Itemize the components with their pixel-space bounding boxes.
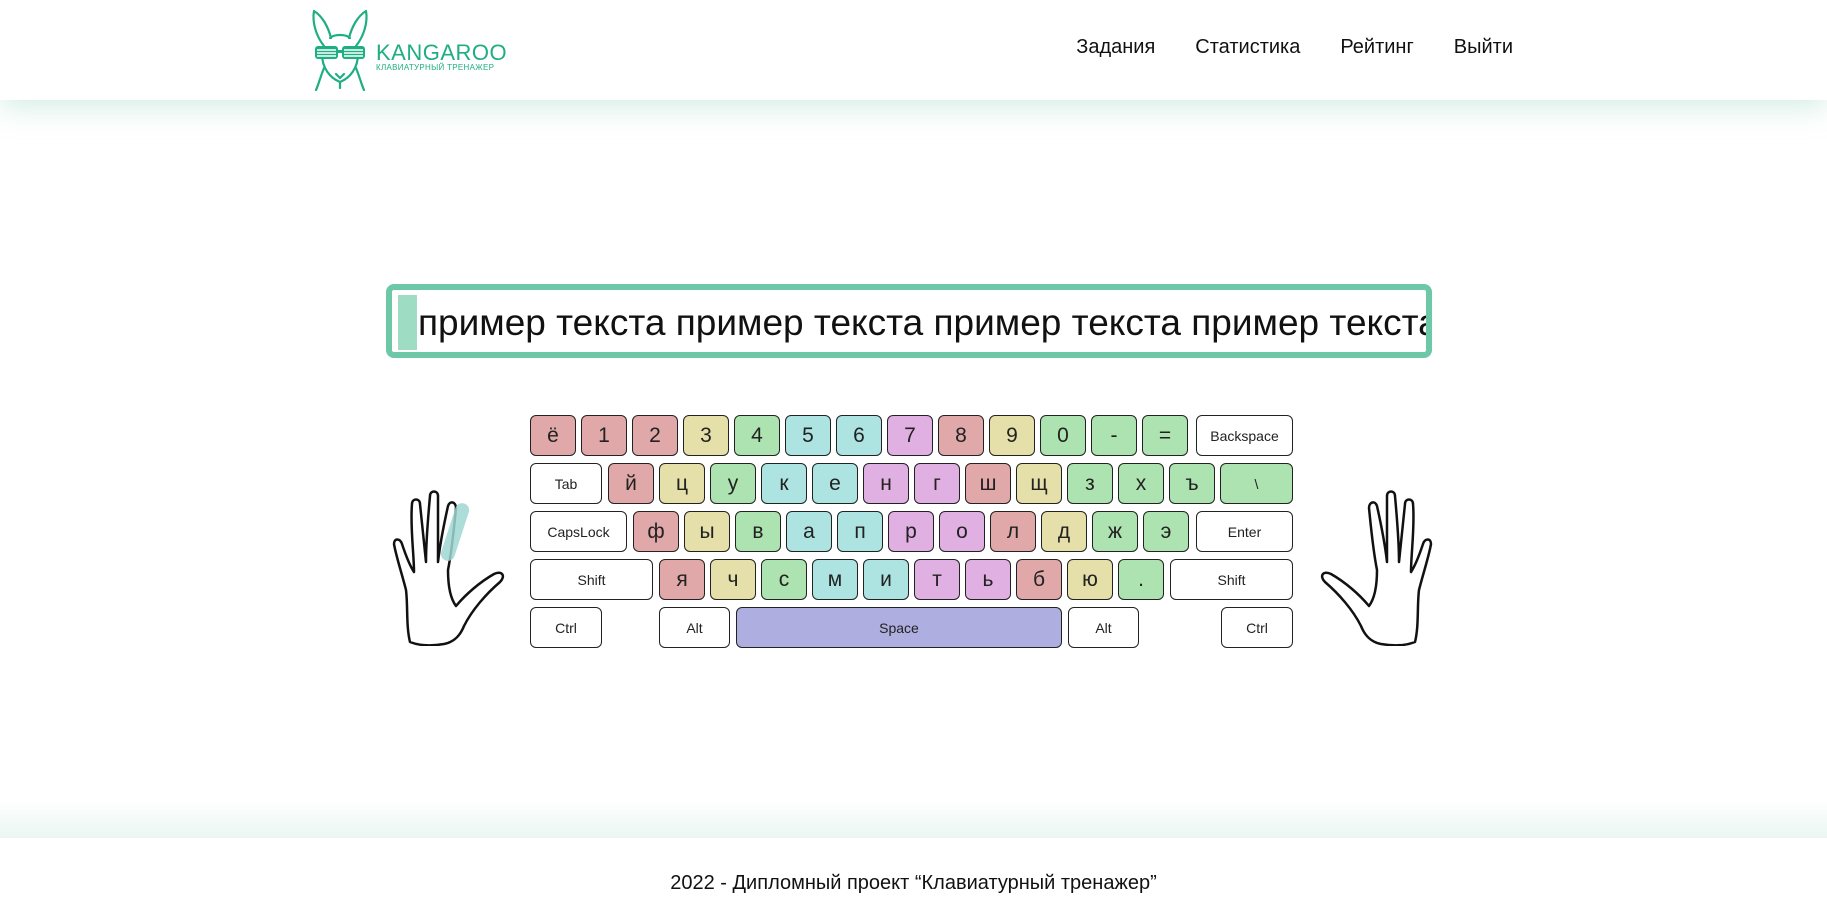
key-t[interactable]: т [914, 559, 960, 600]
key-z[interactable]: з [1067, 463, 1113, 504]
key-shch[interactable]: щ [1016, 463, 1062, 504]
key-left-alt[interactable]: Alt [659, 607, 730, 648]
key-1[interactable]: 1 [581, 415, 627, 456]
key-sh[interactable]: ш [965, 463, 1011, 504]
key-0[interactable]: 0 [1040, 415, 1086, 456]
exercise-text: пример текста пример текста пример текст… [418, 302, 1432, 343]
key-k[interactable]: к [761, 463, 807, 504]
key-period[interactable]: . [1118, 559, 1164, 600]
key-2[interactable]: 2 [632, 415, 678, 456]
key-6[interactable]: 6 [836, 415, 882, 456]
key-u[interactable]: у [710, 463, 756, 504]
key-minus[interactable]: - [1091, 415, 1137, 456]
key-ts[interactable]: ц [659, 463, 705, 504]
key-tab[interactable]: Tab [530, 463, 602, 504]
footer-divider [0, 800, 1827, 840]
key-capslock[interactable]: CapsLock [530, 511, 627, 552]
key-4[interactable]: 4 [734, 415, 780, 456]
nav-statistics-link[interactable]: Статистика [1195, 36, 1300, 59]
key-n[interactable]: н [863, 463, 909, 504]
key-left-shift[interactable]: Shift [530, 559, 653, 600]
key-g[interactable]: г [914, 463, 960, 504]
key-y-short[interactable]: й [608, 463, 654, 504]
key-enter[interactable]: Enter [1196, 511, 1293, 552]
logo-subtitle: КЛАВИАТУРНЫЙ ТРЕНАЖЕР [376, 63, 495, 72]
exercise-text-box[interactable]: пример текста пример текста пример текст… [386, 284, 1432, 358]
key-yo[interactable]: ё [530, 415, 576, 456]
key-backspace[interactable]: Backspace [1196, 415, 1293, 456]
key-5[interactable]: 5 [785, 415, 831, 456]
right-hand-icon [1320, 490, 1433, 646]
key-right-ctrl[interactable]: Ctrl [1221, 607, 1293, 648]
key-equals[interactable]: = [1142, 415, 1188, 456]
nav-tasks-link[interactable]: Задания [1076, 36, 1155, 59]
key-r[interactable]: р [888, 511, 934, 552]
key-ye[interactable]: е [812, 463, 858, 504]
key-l[interactable]: л [990, 511, 1036, 552]
key-backslash[interactable]: \ [1220, 463, 1293, 504]
key-7[interactable]: 7 [887, 415, 933, 456]
key-ch[interactable]: ч [710, 559, 756, 600]
key-i[interactable]: и [863, 559, 909, 600]
key-space[interactable]: Space [736, 607, 1062, 648]
main-nav: Задания Статистика Рейтинг Выйти [1076, 36, 1513, 59]
footer: 2022 - Дипломный проект “Клавиатурный тр… [0, 838, 1827, 921]
header: KANGAROO КЛАВИАТУРНЫЙ ТРЕНАЖЕР Задания С… [0, 0, 1827, 100]
key-p[interactable]: п [837, 511, 883, 552]
left-hand-icon [392, 490, 505, 646]
key-d[interactable]: д [1041, 511, 1087, 552]
key-yu[interactable]: ю [1067, 559, 1113, 600]
key-y-hard[interactable]: ы [684, 511, 730, 552]
kangaroo-icon [312, 9, 368, 92]
nav-rating-link[interactable]: Рейтинг [1340, 36, 1413, 59]
logo[interactable]: KANGAROO КЛАВИАТУРНЫЙ ТРЕНАЖЕР [310, 8, 510, 92]
key-o[interactable]: о [939, 511, 985, 552]
footer-text: 2022 - Дипломный проект “Клавиатурный тр… [670, 872, 1157, 894]
key-ya[interactable]: я [659, 559, 705, 600]
key-a[interactable]: а [786, 511, 832, 552]
key-zh[interactable]: ж [1092, 511, 1138, 552]
key-9[interactable]: 9 [989, 415, 1035, 456]
key-3[interactable]: 3 [683, 415, 729, 456]
key-right-shift[interactable]: Shift [1170, 559, 1293, 600]
key-soft-sign[interactable]: ь [965, 559, 1011, 600]
key-h[interactable]: х [1118, 463, 1164, 504]
nav-logout-link[interactable]: Выйти [1454, 36, 1513, 59]
key-e[interactable]: э [1143, 511, 1189, 552]
key-8[interactable]: 8 [938, 415, 984, 456]
key-left-ctrl[interactable]: Ctrl [530, 607, 602, 648]
key-right-alt[interactable]: Alt [1068, 607, 1139, 648]
typing-cursor [398, 295, 417, 350]
key-m[interactable]: м [812, 559, 858, 600]
key-f[interactable]: ф [633, 511, 679, 552]
key-v[interactable]: в [735, 511, 781, 552]
key-s[interactable]: с [761, 559, 807, 600]
key-b[interactable]: б [1016, 559, 1062, 600]
key-hard-sign[interactable]: ъ [1169, 463, 1215, 504]
